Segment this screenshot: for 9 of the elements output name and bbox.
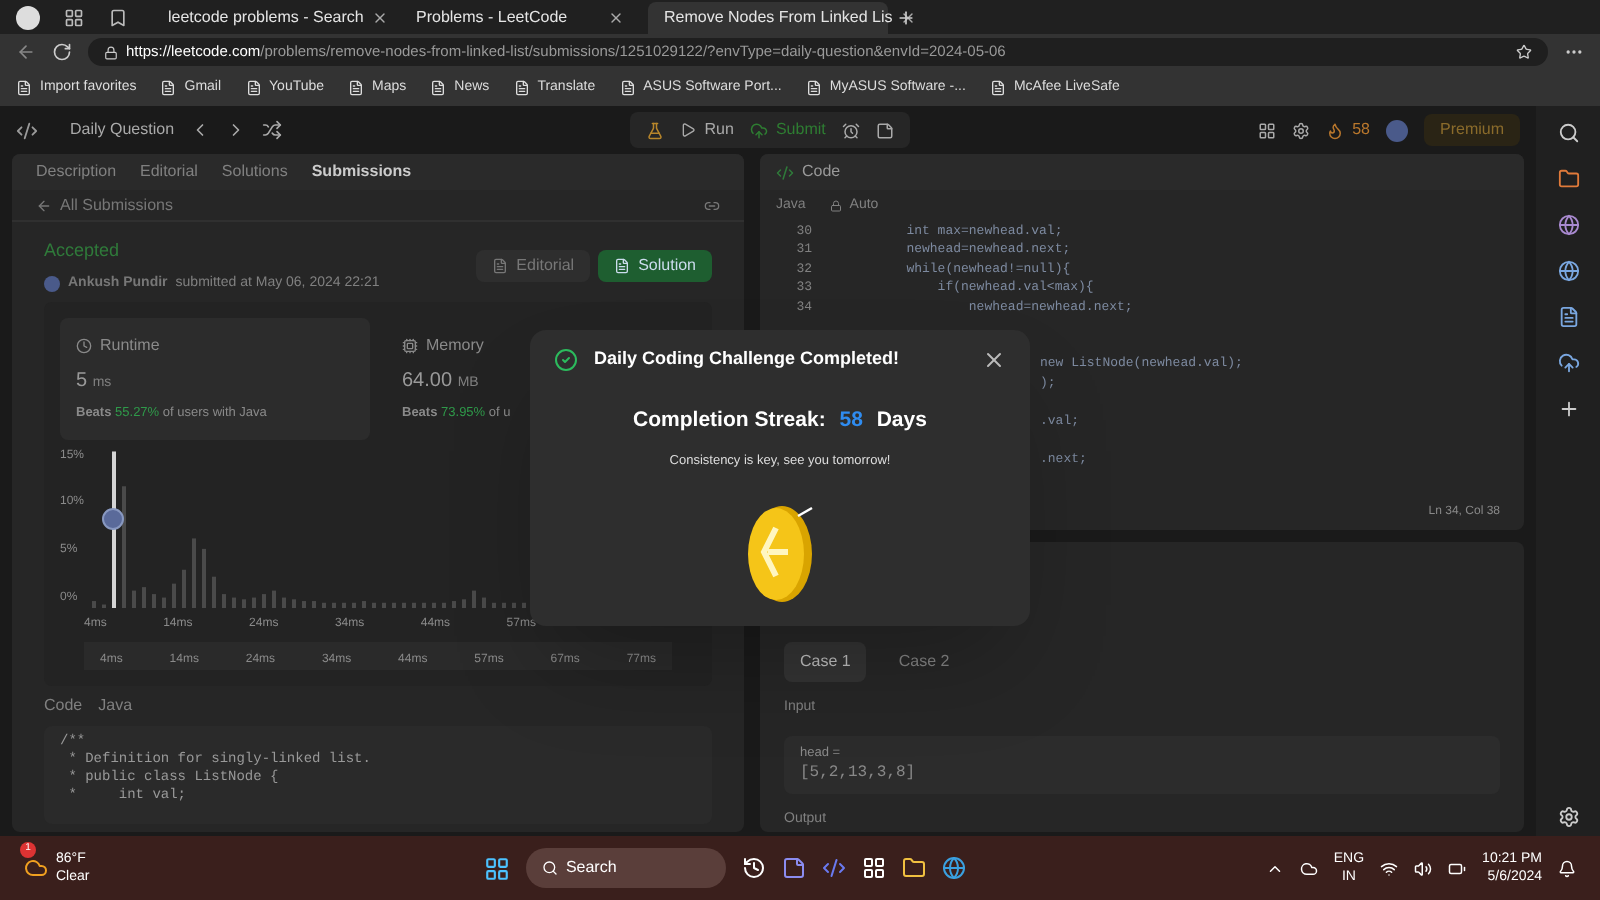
param-value: [5,2,13,3,8] <box>800 762 918 787</box>
status-text: Accepted <box>44 238 122 264</box>
language-label: Java <box>98 693 133 718</box>
streak-text: Completion Streak: 58 Days <box>633 405 927 435</box>
runtime-label: Runtime <box>100 334 160 358</box>
dialog-title: Daily Coding Challenge Completed! <box>594 346 902 372</box>
memory-label: Memory <box>426 334 484 358</box>
panel-title: Code <box>802 160 841 184</box>
code-label: Code <box>44 693 83 718</box>
